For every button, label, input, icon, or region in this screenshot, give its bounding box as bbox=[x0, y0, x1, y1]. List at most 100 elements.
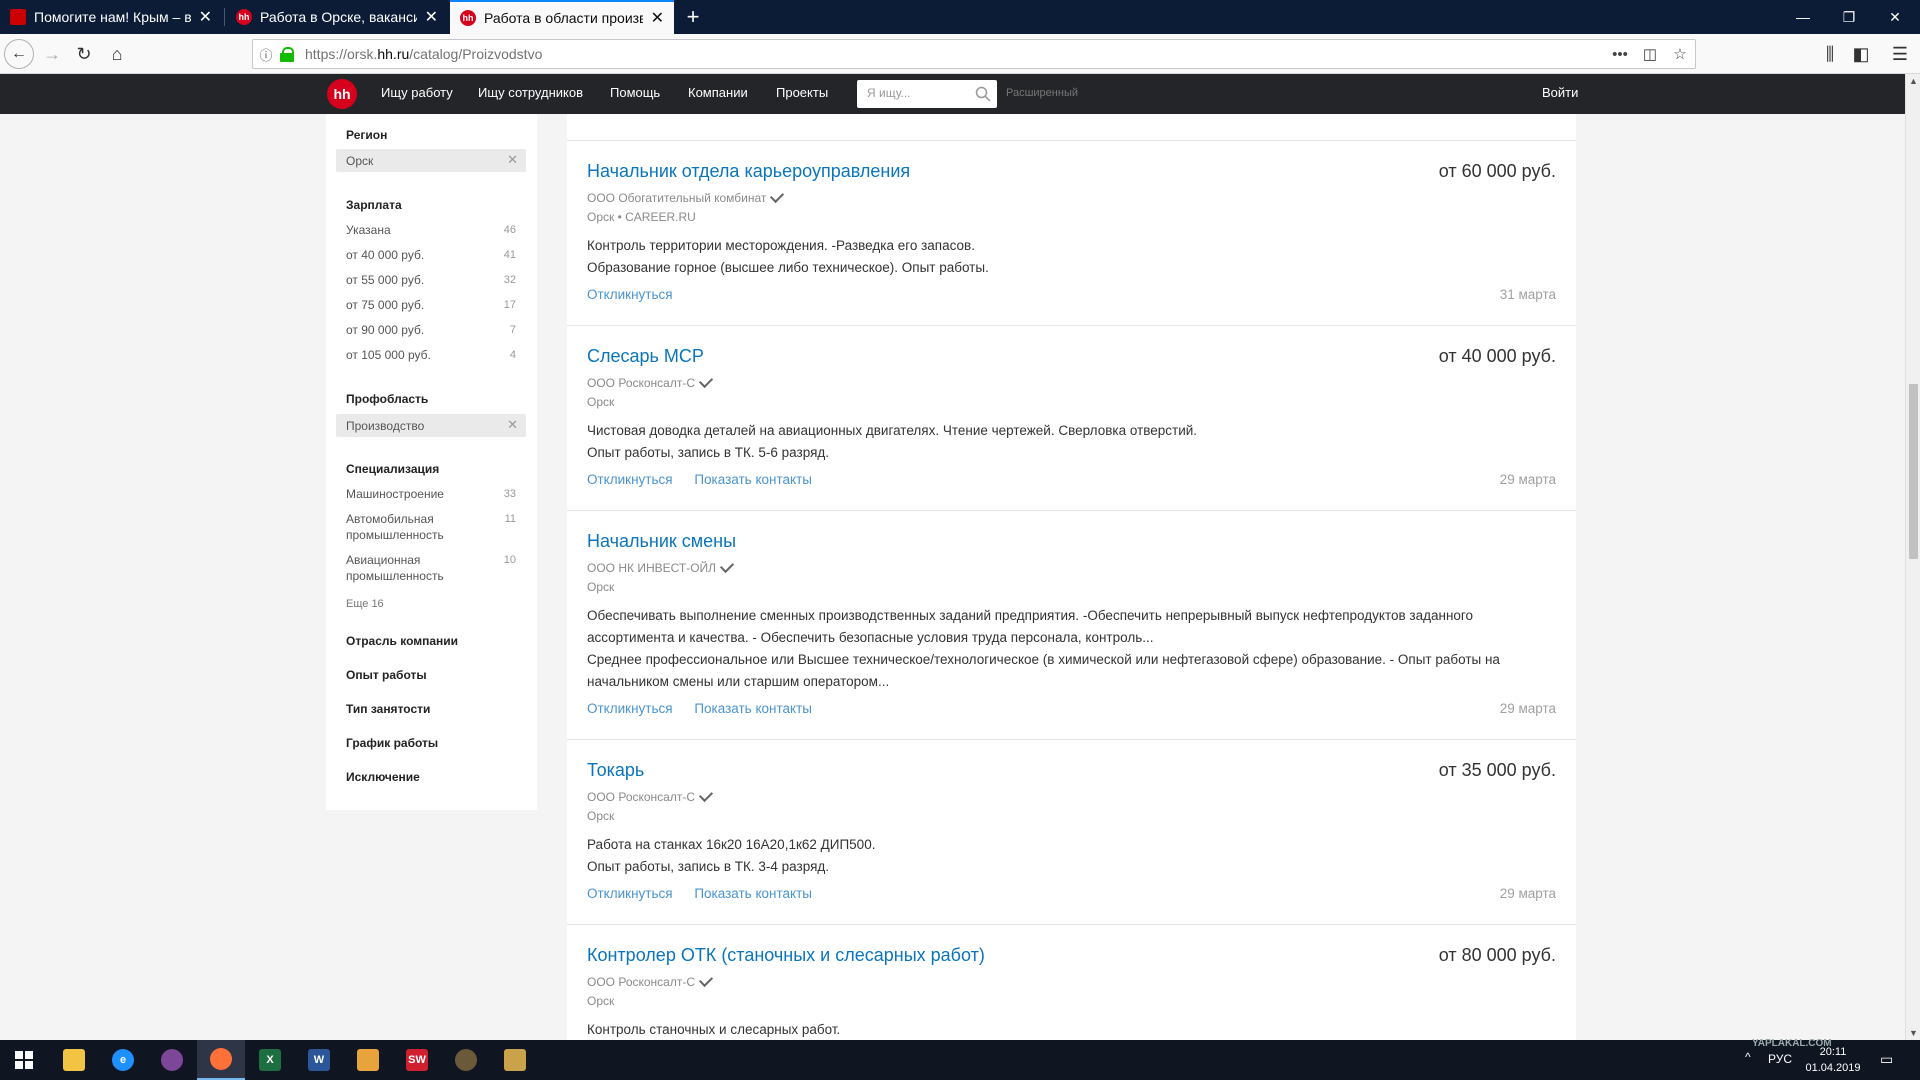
remove-filter-icon[interactable]: ✕ bbox=[507, 417, 518, 433]
notifications-icon[interactable]: ▭ bbox=[1880, 1051, 1893, 1068]
vacancy-title-link[interactable]: Начальник отдела карьероуправления bbox=[587, 161, 910, 182]
lock-icon[interactable] bbox=[279, 47, 297, 62]
language-indicator[interactable]: РУС bbox=[1768, 1052, 1792, 1066]
vacancy-company[interactable]: ООО Росконсалт-С bbox=[587, 972, 714, 989]
bookmark-star-icon[interactable]: ☆ bbox=[1665, 45, 1695, 63]
search-icon[interactable] bbox=[975, 86, 991, 102]
filter-exclusion-title[interactable]: Исключение bbox=[346, 770, 420, 784]
salary-option-label: Указана bbox=[346, 223, 391, 237]
url-bar[interactable]: ⓘ https://orsk.hh.ru/catalog/Proizvodstv… bbox=[252, 39, 1696, 69]
vacancy-company[interactable]: ООО НК ИНВЕСТ-ОЙЛ bbox=[587, 558, 735, 575]
new-tab-button[interactable]: + bbox=[678, 0, 708, 34]
remove-filter-icon[interactable]: ✕ bbox=[507, 152, 518, 168]
filter-experience-title[interactable]: Опыт работы bbox=[346, 668, 427, 682]
tray-expand-icon[interactable]: ^ bbox=[1745, 1050, 1751, 1064]
file-explorer-icon[interactable] bbox=[50, 1040, 98, 1080]
firefox-icon[interactable] bbox=[197, 1040, 245, 1080]
nav-find-job[interactable]: Ищу работу bbox=[381, 85, 453, 100]
tab-pikabu[interactable]: Помогите нам! Крым – ваш, а ✕ bbox=[0, 0, 222, 34]
salary-option[interactable]: от 55 000 руб. 32 bbox=[346, 272, 516, 288]
tab-title: Работа в области производст bbox=[484, 10, 643, 26]
close-tab-icon[interactable]: ✕ bbox=[425, 7, 438, 27]
search-input[interactable] bbox=[865, 85, 965, 101]
internet-explorer-icon[interactable]: e bbox=[99, 1040, 147, 1080]
tab-hh-production[interactable]: hh Работа в области производст ✕ bbox=[450, 0, 674, 34]
vacancy-title-link[interactable]: Токарь bbox=[587, 760, 644, 781]
filter-industry-title[interactable]: Отрасль компании bbox=[346, 634, 458, 648]
show-more-link[interactable]: Еще 16 bbox=[346, 598, 384, 610]
respond-link[interactable]: Откликнуться bbox=[587, 287, 673, 302]
vacancy-company[interactable]: ООО Обогатительный комбинат bbox=[587, 188, 785, 205]
specialization-option[interactable]: Автомобильная промышленность 11 bbox=[346, 511, 516, 543]
close-window-button[interactable]: ✕ bbox=[1872, 0, 1918, 34]
vacancy-company[interactable]: ООО Росконсалт-С bbox=[587, 373, 714, 390]
filter-employment-title[interactable]: Тип занятости bbox=[346, 702, 430, 716]
info-icon[interactable]: ⓘ bbox=[253, 45, 279, 64]
scroll-down-arrow-icon[interactable]: ▼ bbox=[1909, 1028, 1918, 1038]
solidworks-icon[interactable]: SW bbox=[393, 1040, 441, 1080]
library-icon[interactable]: ⫼ bbox=[1816, 40, 1844, 68]
taskbar-app-icon[interactable] bbox=[491, 1040, 539, 1080]
specialization-option[interactable]: Машиностроение 33 bbox=[346, 486, 516, 502]
tor-browser-icon[interactable] bbox=[148, 1040, 196, 1080]
pocket-icon[interactable]: ◫ bbox=[1635, 45, 1665, 63]
respond-link[interactable]: Откликнуться bbox=[587, 886, 673, 901]
paint-icon[interactable] bbox=[344, 1040, 392, 1080]
hh-logo[interactable]: hh bbox=[327, 79, 357, 109]
forward-button[interactable]: → bbox=[38, 40, 66, 68]
start-button[interactable] bbox=[0, 1040, 48, 1080]
salary-option[interactable]: от 90 000 руб. 7 bbox=[346, 322, 516, 338]
nav-projects[interactable]: Проекты bbox=[776, 85, 828, 100]
nav-find-employees[interactable]: Ищу сотрудников bbox=[478, 85, 583, 100]
salary-option[interactable]: от 105 000 руб. 4 bbox=[346, 347, 516, 363]
filter-schedule-title[interactable]: График работы bbox=[346, 736, 438, 750]
page-actions-icon[interactable]: ••• bbox=[1605, 46, 1635, 63]
tab-divider bbox=[224, 8, 225, 26]
url-text[interactable]: https://orsk.hh.ru/catalog/Proizvodstvo bbox=[305, 46, 1605, 62]
vacancy-title-link[interactable]: Контролер ОТК (станочных и слесарных раб… bbox=[587, 945, 985, 966]
home-button[interactable]: ⌂ bbox=[103, 40, 131, 68]
nav-help[interactable]: Помощь bbox=[610, 85, 660, 100]
close-tab-icon[interactable]: ✕ bbox=[651, 8, 664, 28]
excel-icon[interactable]: X bbox=[246, 1040, 294, 1080]
minimize-button[interactable]: — bbox=[1780, 0, 1826, 34]
salary-option-count: 46 bbox=[503, 224, 516, 236]
reload-button[interactable]: ↻ bbox=[70, 40, 98, 68]
advanced-search-link[interactable]: Расширенный bbox=[1006, 87, 1078, 99]
taskbar-app-icon[interactable] bbox=[442, 1040, 490, 1080]
vacancy-salary: от 40 000 руб. bbox=[1438, 346, 1556, 366]
region-chip[interactable]: Орск ✕ bbox=[336, 149, 526, 172]
tab-title: Работа в Орске, вакансии Ор bbox=[260, 9, 417, 25]
show-contacts-link[interactable]: Показать контакты bbox=[694, 886, 812, 901]
scroll-up-arrow-icon[interactable]: ▲ bbox=[1909, 76, 1918, 86]
page-scrollbar[interactable]: ▲ ▼ bbox=[1905, 74, 1920, 1040]
salary-option[interactable]: от 40 000 руб. 41 bbox=[346, 247, 516, 263]
vacancy-location: Орск bbox=[587, 395, 615, 409]
respond-link[interactable]: Откликнуться bbox=[587, 701, 673, 716]
specialization-option[interactable]: Авиационная промышленность 10 bbox=[346, 552, 516, 584]
login-link[interactable]: Войти bbox=[1542, 85, 1578, 100]
sidebar-toggle-icon[interactable]: ◧ bbox=[1847, 40, 1875, 68]
filter-profarea-title: Профобласть bbox=[346, 392, 429, 406]
respond-link[interactable]: Откликнуться bbox=[587, 472, 673, 487]
tab-hh-orsk[interactable]: hh Работа в Орске, вакансии Ор ✕ bbox=[226, 0, 448, 34]
url-path: /catalog/Proizvodstvo bbox=[409, 46, 543, 62]
vacancy-company[interactable]: ООО Росконсалт-С bbox=[587, 787, 714, 804]
nav-companies[interactable]: Компании bbox=[688, 85, 748, 100]
company-name: ООО Росконсалт-С bbox=[587, 790, 696, 804]
restore-button[interactable]: ❐ bbox=[1826, 0, 1872, 34]
show-contacts-link[interactable]: Показать контакты bbox=[694, 701, 812, 716]
vacancy-title-link[interactable]: Слесарь МСР bbox=[587, 346, 704, 367]
profarea-chip[interactable]: Производство ✕ bbox=[336, 414, 526, 437]
close-tab-icon[interactable]: ✕ bbox=[199, 7, 212, 27]
salary-option[interactable]: от 75 000 руб. 17 bbox=[346, 297, 516, 313]
vacancy-responsibilities: Чистовая доводка деталей на авиационных … bbox=[587, 423, 1198, 438]
salary-option[interactable]: Указана 46 bbox=[346, 222, 516, 238]
back-button[interactable]: ← bbox=[4, 39, 34, 69]
word-icon[interactable]: W bbox=[295, 1040, 343, 1080]
vacancy-description: Контроль территории месторождения. -Разв… bbox=[587, 235, 1547, 279]
vacancy-title-link[interactable]: Начальник смены bbox=[587, 531, 736, 552]
menu-icon[interactable]: ☰ bbox=[1886, 40, 1914, 68]
scrollbar-thumb[interactable] bbox=[1909, 384, 1918, 559]
show-contacts-link[interactable]: Показать контакты bbox=[694, 472, 812, 487]
